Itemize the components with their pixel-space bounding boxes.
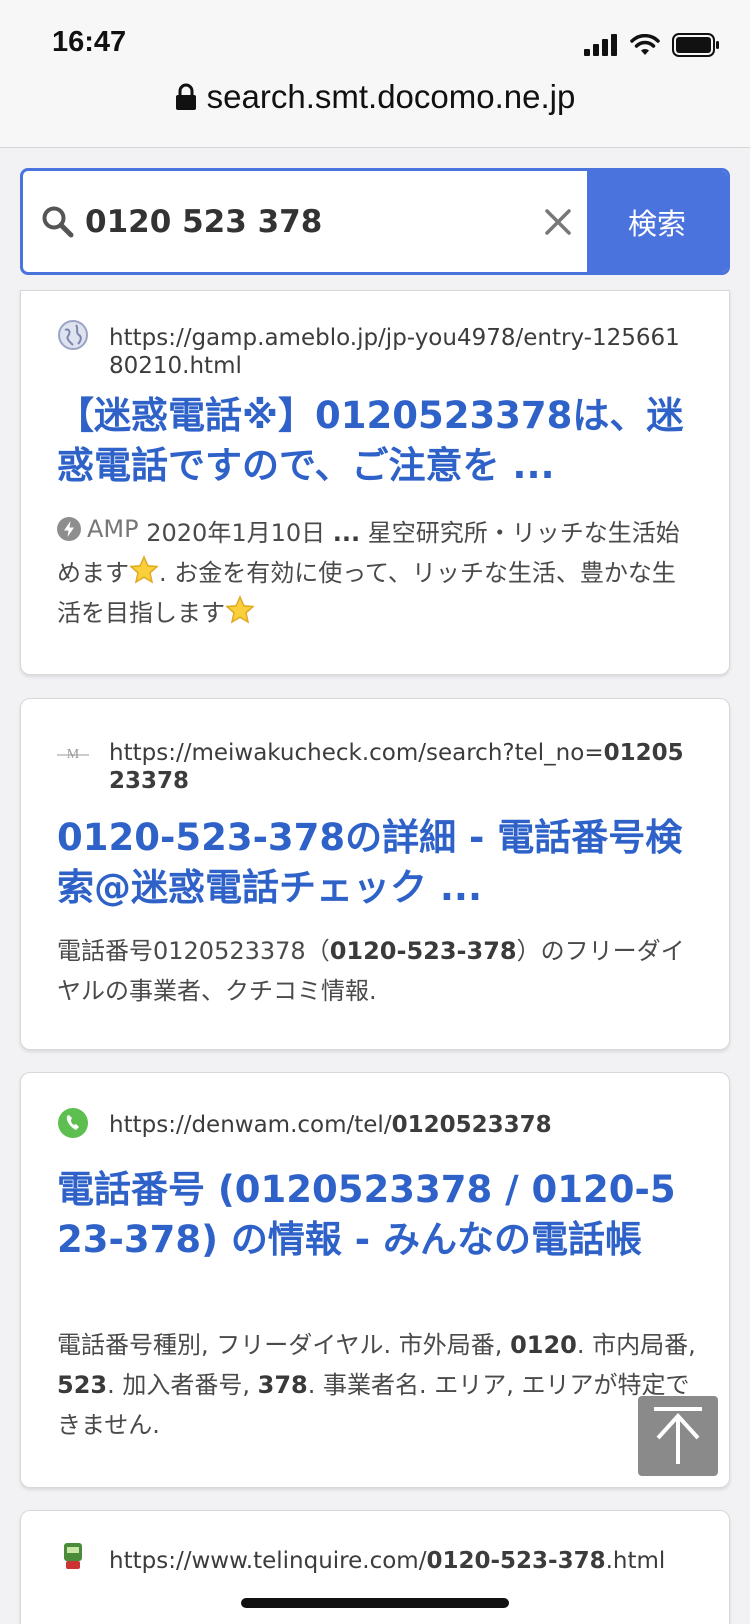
meiwakucheck-favicon: M: [57, 747, 89, 762]
signal-icon: [584, 34, 617, 56]
result-snippet: 電話番号0120523378（0120-523-378）のフリーダイヤルの事業者…: [57, 937, 685, 1005]
result-title-link[interactable]: 電話番号 (0120523378 / 0120-523-378) の情報 - み…: [57, 1165, 693, 1265]
address-url: search.smt.docomo.ne.jp: [206, 78, 576, 115]
search-bar-area: 0120 523 378 検索: [0, 148, 750, 298]
result-url[interactable]: https://denwam.com/tel/0120523378: [109, 1111, 693, 1139]
snippet-ellipsis: ...: [332, 519, 361, 547]
amp-label: AMP: [87, 515, 139, 543]
result-date: 2020年1月10日: [146, 519, 326, 547]
home-indicator[interactable]: [241, 1598, 509, 1608]
wifi-icon: [630, 34, 660, 55]
telinquire-favicon: [64, 1543, 82, 1569]
amp-badge: AMP: [57, 509, 139, 549]
close-icon: [545, 208, 571, 235]
status-time: 16:47: [52, 26, 127, 58]
status-icons: [584, 30, 720, 60]
back-to-top-button[interactable]: [638, 1396, 718, 1476]
lock-icon: [175, 83, 196, 110]
result-card: https://gamp.ameblo.jp/jp-you4978/entry-…: [20, 290, 730, 675]
result-card: M https://meiwakucheck.com/search?tel_no…: [20, 698, 730, 1050]
battery-icon: [672, 33, 719, 57]
result-snippet: AMP 2020年1月10日 ... 星空研究所・リッチな生活始めます. お金を…: [57, 509, 699, 633]
phone-icon: [58, 1108, 88, 1138]
star-icon: [225, 595, 255, 624]
search-input[interactable]: 0120 523 378: [85, 171, 322, 272]
result-card: https://denwam.com/tel/0120523378 電話番号 (…: [20, 1072, 730, 1488]
result-title-link[interactable]: 0120-523-378の詳細 - 電話番号検索@迷惑電話チェック ...: [57, 813, 693, 913]
clear-search-button[interactable]: [533, 171, 583, 272]
result-title-link[interactable]: 【迷惑電話※】0120523378は、迷惑電話ですので、ご注意を ...: [57, 391, 693, 491]
browser-top-bar: 16:47 search.smt.docomo.ne.jp: [0, 0, 750, 148]
search-box: 0120 523 378 検索: [20, 168, 730, 275]
result-url[interactable]: https://meiwakucheck.com/search?tel_no=0…: [109, 739, 693, 795]
svg-text:M: M: [67, 747, 80, 762]
star-icon: [129, 555, 159, 584]
search-icon: [41, 171, 75, 272]
arrow-up-icon: [654, 1407, 702, 1464]
result-url[interactable]: https://www.telinquire.com/0120-523-378.…: [109, 1547, 693, 1575]
globe-icon: [58, 320, 88, 350]
address-bar[interactable]: search.smt.docomo.ne.jp: [0, 78, 750, 116]
search-button[interactable]: 検索: [587, 171, 727, 272]
lightning-icon: [57, 517, 81, 541]
result-url[interactable]: https://gamp.ameblo.jp/jp-you4978/entry-…: [109, 324, 693, 380]
result-snippet: 電話番号種別, フリーダイヤル. 市外局番, 0120. 市内局番, 523. …: [57, 1331, 696, 1439]
